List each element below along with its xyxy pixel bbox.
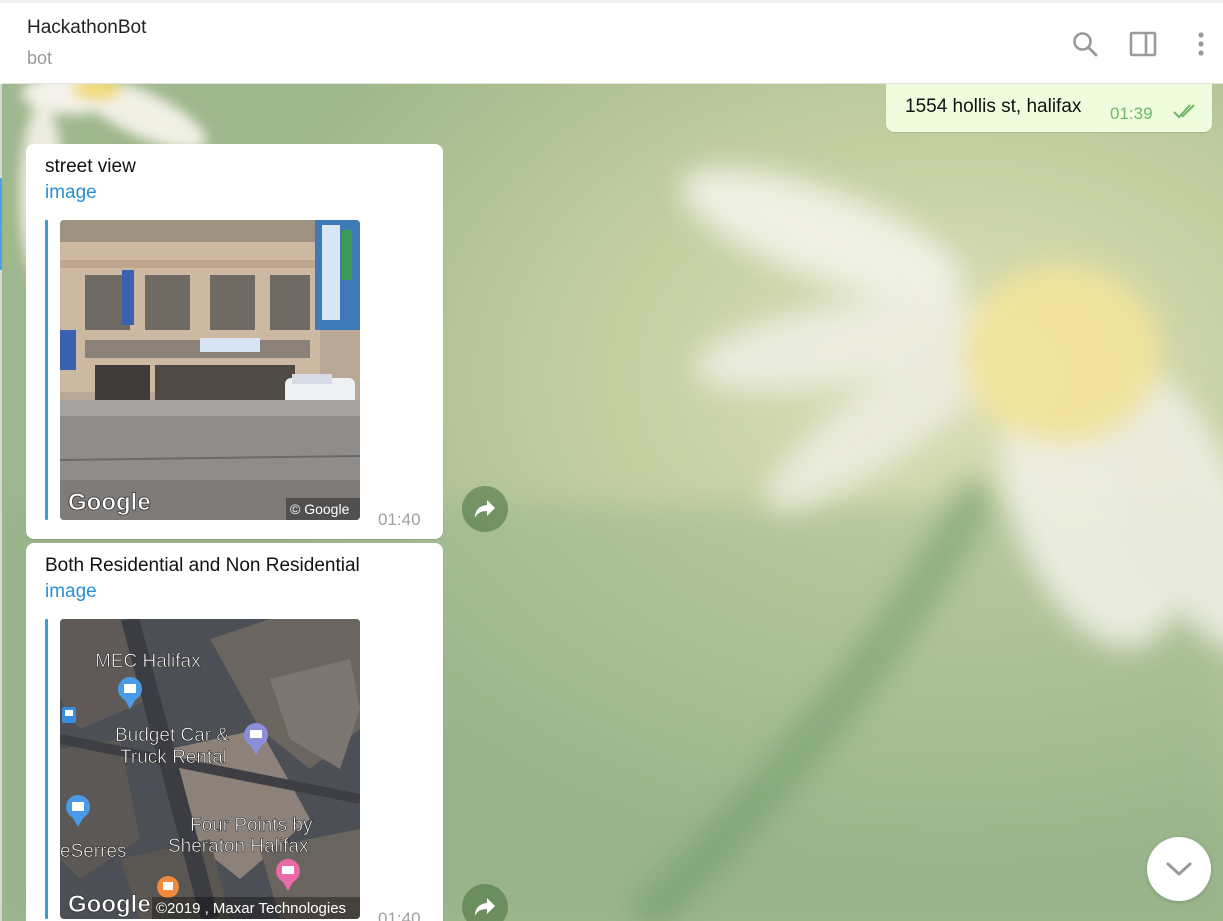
street-view-image[interactable]: Google © Google (60, 220, 360, 520)
image-link[interactable]: image (45, 581, 97, 603)
forward-arrow-icon (475, 500, 495, 518)
incoming-message[interactable]: Both Residential and Non Residential ima… (26, 543, 443, 921)
incoming-message[interactable]: street view image Google © Google 01:40 (26, 144, 443, 539)
more-menu-icon[interactable] (1186, 29, 1216, 59)
preview-bar (45, 619, 48, 919)
chat-title[interactable]: HackathonBot (27, 17, 146, 39)
map-label: MEC Halifax (95, 651, 201, 672)
image-credit: © Google (290, 501, 350, 517)
google-logo: Google (68, 489, 151, 516)
map-label: Truck Rental (120, 747, 227, 768)
chat-subtitle: bot (27, 48, 53, 68)
scroll-to-bottom-button[interactable] (1147, 837, 1211, 901)
forward-button[interactable] (462, 486, 508, 532)
map-label: eSerres (60, 841, 127, 862)
message-time: 01:40 (378, 510, 421, 529)
message-text: 1554 hollis st, halifax (905, 96, 1082, 117)
image-link[interactable]: image (45, 182, 97, 204)
outgoing-message[interactable]: 1554 hollis st, halifax 01:39 (886, 84, 1212, 132)
map-label: Budget Car & (115, 725, 229, 746)
message-title: Both Residential and Non Residential (45, 555, 360, 576)
search-icon[interactable] (1070, 29, 1100, 59)
message-time: 01:40 (378, 909, 421, 921)
preview-bar (45, 220, 48, 520)
forward-arrow-icon (475, 898, 495, 916)
map-label: Sheraton Halifax (168, 836, 309, 857)
map-label: Four Points by (190, 815, 313, 836)
double-check-icon (1172, 103, 1200, 124)
bus-stop-icon (62, 707, 76, 723)
image-credit: ©2019 , Maxar Technologies (156, 900, 346, 917)
chevron-down-icon (1166, 862, 1192, 876)
side-panel-icon[interactable] (1128, 29, 1158, 59)
chat-header: HackathonBot bot (2, 3, 1223, 84)
map-pin-icon (157, 876, 179, 898)
google-logo: Google (68, 891, 151, 918)
chat-area[interactable]: 1554 hollis st, halifax 01:39 street vie… (2, 84, 1223, 921)
message-time: 01:39 (1110, 104, 1153, 123)
message-title: street view (45, 156, 136, 177)
satellite-map-image[interactable]: MEC Halifax Budget Car & Truck Rental Fo… (60, 619, 360, 919)
